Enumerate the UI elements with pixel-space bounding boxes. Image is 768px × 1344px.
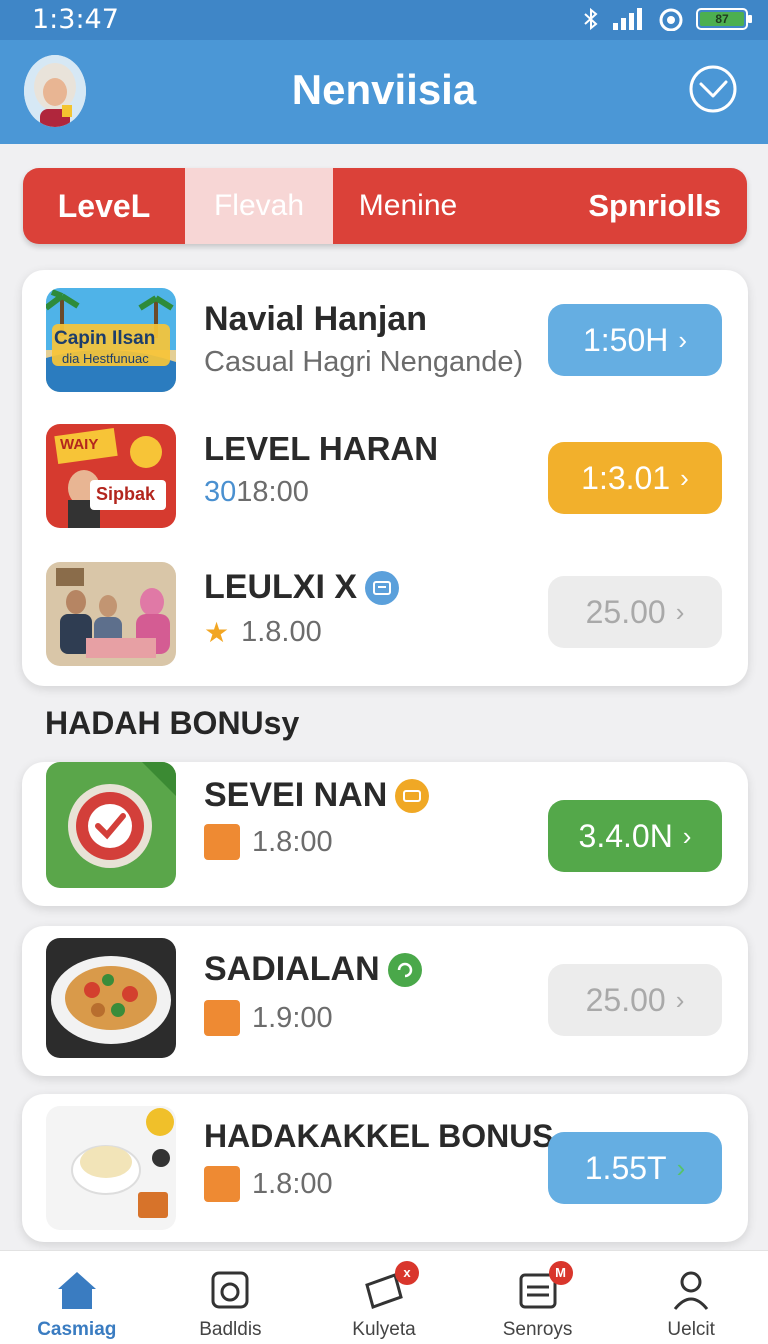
game-thumbnail — [46, 562, 176, 666]
tab-flevah[interactable]: Flevah — [185, 168, 333, 244]
thumbnail-caption-sub: Sipbak — [96, 484, 156, 504]
signal-icon — [613, 8, 642, 30]
bucket-icon — [211, 1271, 249, 1309]
nav-item-uelcit[interactable]: Uelcit — [614, 1251, 768, 1344]
coin-badge-icon — [395, 778, 430, 813]
chevron-right-icon: › — [675, 984, 685, 1015]
item-subtitle: 1.8:00 — [204, 824, 333, 860]
tab-menine[interactable]: Menine — [333, 168, 483, 244]
item-title-text: SADIALAN — [204, 950, 380, 988]
time-button-label: 1.55T — [584, 1149, 667, 1186]
time-button[interactable]: 3.4.0N › — [548, 800, 722, 872]
item-title-text: SEVEI NAN — [204, 776, 388, 814]
nav-label: Uelcit — [667, 1319, 715, 1340]
notification-badge: x — [394, 1261, 419, 1285]
notification-badge: M — [548, 1261, 573, 1285]
tab-bar: LeveL Flevah Menine Spnriolls — [23, 168, 747, 244]
item-title: HADAKAKKEL BONUS — [204, 1118, 554, 1154]
item-title-text: LEULXI X — [204, 568, 358, 606]
item-title: SEVEI NAN — [204, 776, 430, 815]
wifi-icon — [659, 8, 683, 31]
bonus-thumbnail — [46, 938, 176, 1058]
bonus-card[interactable]: SADIALAN 1.9:00 25.00 › — [22, 926, 748, 1076]
home-icon — [57, 1272, 96, 1309]
time-button[interactable]: 25.00 › — [548, 964, 722, 1036]
app-title: Nenviisia — [291, 66, 477, 113]
thumbnail-caption-sub: dia Hestfunuac — [62, 351, 149, 366]
list-item[interactable]: LEULXI X ★ 1.8.00 25.00 › — [22, 556, 748, 676]
battery-level: 87 — [700, 12, 744, 26]
chevron-right-icon: › — [682, 820, 692, 851]
item-title: LEVEL HARAN — [204, 430, 439, 467]
nav-item-senroys[interactable]: M Senroys — [461, 1251, 615, 1344]
item-subtitle: 3018:00 — [204, 476, 309, 509]
nav-label: Casmiag — [37, 1319, 117, 1340]
box-icon — [204, 824, 240, 860]
nav-label: Senroys — [502, 1319, 573, 1340]
box-icon — [204, 1166, 240, 1202]
status-bar: 1:3:47 87 — [0, 0, 768, 40]
item-subtitle-text: 1.9:00 — [252, 1001, 333, 1034]
time-button[interactable]: 1.55T › — [548, 1132, 722, 1204]
ticket-icon: x — [361, 1261, 419, 1313]
game-thumbnail: WAIY Sipbak — [46, 424, 176, 528]
refresh-badge-icon — [387, 952, 422, 987]
tab-level[interactable]: LeveL — [23, 168, 185, 244]
item-subtitle-text: 1.8.00 — [241, 616, 322, 648]
time-button[interactable]: 1:50H › — [548, 304, 722, 376]
bonus-thumbnail — [46, 762, 176, 888]
bottom-nav: Casmiag Badldis x Kulyeta M Senroys Uelc… — [0, 1250, 768, 1344]
bluetooth-icon — [584, 7, 598, 31]
item-title: SADIALAN — [204, 950, 422, 989]
list-item[interactable]: Capin Ilsan dia Hestfunuac Navial Hanjan… — [22, 280, 748, 400]
nav-label: Badldis — [199, 1319, 262, 1340]
item-subtitle-text: 1.8:00 — [252, 1167, 333, 1200]
status-icons: 87 — [582, 6, 752, 32]
time-button-label: 25.00 — [585, 981, 666, 1018]
top-list-card: Capin Ilsan dia Hestfunuac Navial Hanjan… — [22, 270, 748, 686]
bonus-thumbnail — [46, 1106, 176, 1230]
thumbnail-caption: WAIY — [60, 436, 99, 453]
chevron-right-icon: › — [678, 324, 688, 355]
item-subtitle: 1.8:00 — [204, 1166, 333, 1202]
bonus-card[interactable]: HADAKAKKEL BONUS 1.8:00 1.55T › — [22, 1094, 748, 1242]
time-button-label: 1:50H — [582, 321, 669, 358]
item-subtitle: 1.9:00 — [204, 1000, 333, 1036]
list-item[interactable]: WAIY Sipbak LEVEL HARAN 3018:00 1:3.01 › — [22, 418, 748, 538]
app-header: Nenviisia — [0, 40, 768, 144]
item-subtitle: ★ 1.8.00 — [204, 616, 322, 649]
user-icon — [674, 1271, 709, 1310]
time-button-label: 3.4.0N — [578, 817, 673, 854]
check-circle-icon[interactable] — [688, 64, 738, 114]
item-title: LEULXI X — [204, 568, 400, 607]
star-icon: ★ — [204, 617, 230, 648]
chevron-right-icon: › — [680, 462, 689, 493]
time-button-label: 1:3.01 — [581, 459, 671, 496]
item-subtitle-highlight: 30 — [204, 476, 237, 508]
battery-icon: 87 — [696, 8, 752, 30]
tab-spnriolls[interactable]: Spnriolls — [483, 168, 747, 244]
item-subtitle: Casual Hagri Nengande) — [204, 346, 524, 378]
bonus-card[interactable]: SEVEI NAN 1.8:00 3.4.0N › — [22, 762, 748, 906]
nav-item-kulyeta[interactable]: x Kulyeta — [307, 1251, 461, 1344]
calendar-icon: M — [515, 1261, 573, 1313]
chevron-right-icon: › — [676, 1152, 686, 1183]
time-button[interactable]: 1:3.01 › — [548, 442, 722, 514]
item-title: Navial Hanjan — [204, 300, 427, 338]
thumbnail-caption: Capin Ilsan — [54, 328, 156, 349]
item-subtitle-text: 1.8:00 — [252, 825, 333, 858]
nav-item-casmiag[interactable]: Casmiag — [0, 1251, 154, 1344]
nav-label: Kulyeta — [352, 1319, 416, 1340]
time-button[interactable]: 25.00 › — [548, 576, 722, 648]
section-title: HADAH BONUsy — [45, 705, 300, 741]
status-time: 1:3:47 — [32, 4, 119, 35]
chevron-right-icon: › — [675, 596, 685, 627]
time-button-label: 25.00 — [585, 593, 666, 630]
nav-item-badldis[interactable]: Badldis — [154, 1251, 308, 1344]
info-badge-icon — [365, 570, 400, 605]
box-icon — [204, 1000, 240, 1036]
item-subtitle-time: 18:00 — [236, 476, 309, 508]
game-thumbnail: Capin Ilsan dia Hestfunuac — [46, 288, 176, 392]
